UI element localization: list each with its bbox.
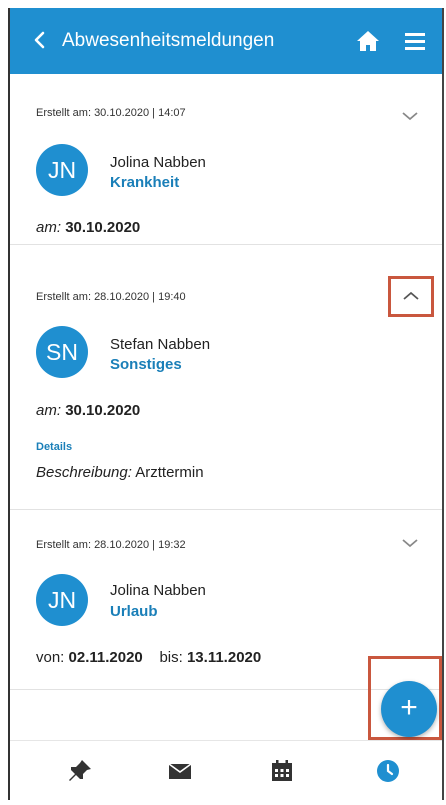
- avatar: JN: [36, 574, 88, 626]
- person-name: Jolina Nabben: [110, 154, 206, 171]
- absence-date: am: 30.10.2020: [36, 219, 140, 236]
- date-prefix: am:: [36, 219, 62, 236]
- date-value: 30.10.2020: [65, 219, 141, 236]
- hamburger-menu-icon[interactable]: [403, 30, 427, 52]
- person-name: Stefan Nabben: [110, 336, 211, 353]
- absence-card[interactable]: Erstellt am: 30.10.2020 | 14:07 JN Jolin…: [10, 74, 442, 245]
- chevron-up-icon[interactable]: [399, 284, 423, 308]
- person-name: Jolina Nabben: [110, 582, 206, 599]
- date-prefix: am:: [36, 402, 62, 419]
- chevron-left-icon[interactable]: [28, 28, 52, 52]
- calendar-icon[interactable]: [268, 757, 296, 785]
- absence-date-range: von: 02.11.2020 bis: 13.11.2020: [36, 649, 261, 666]
- clock-icon[interactable]: [374, 757, 402, 785]
- to-date: 13.11.2020: [186, 649, 262, 666]
- bottom-nav: [10, 740, 442, 800]
- absence-type: Sonstiges: [110, 356, 182, 373]
- absence-date: am: 30.10.2020: [36, 402, 140, 419]
- to-label: bis:: [159, 649, 183, 666]
- page-title: Abwesenheitsmeldungen: [62, 30, 275, 51]
- description-value: Arzttermin: [135, 464, 204, 481]
- description: Beschreibung: Arzttermin: [36, 464, 204, 481]
- from-label: von:: [36, 649, 65, 666]
- created-timestamp: Erstellt am: 30.10.2020 | 14:07: [36, 107, 186, 119]
- details-label: Details: [36, 441, 73, 453]
- home-icon[interactable]: [355, 28, 381, 54]
- created-timestamp: Erstellt am: 28.10.2020 | 19:32: [36, 539, 186, 551]
- date-value: 30.10.2020: [65, 402, 141, 419]
- app-header: Abwesenheitsmeldungen: [10, 8, 442, 74]
- avatar: JN: [36, 144, 88, 196]
- chevron-down-icon[interactable]: [398, 531, 422, 555]
- app-frame: Abwesenheitsmeldungen Erstellt am: 30.10…: [8, 8, 444, 800]
- add-button[interactable]: +: [381, 681, 437, 737]
- chevron-down-icon[interactable]: [398, 104, 422, 128]
- description-label: Beschreibung:: [36, 464, 132, 481]
- mail-icon[interactable]: [166, 757, 194, 785]
- created-timestamp: Erstellt am: 28.10.2020 | 19:40: [36, 291, 186, 303]
- avatar: SN: [36, 326, 88, 378]
- absence-card[interactable]: Erstellt am: 28.10.2020 | 19:40 SN Stefa…: [10, 244, 442, 510]
- absence-type: Krankheit: [110, 174, 180, 191]
- pin-icon[interactable]: [66, 757, 94, 785]
- from-date: 02.11.2020: [68, 649, 143, 666]
- absence-type: Urlaub: [110, 603, 158, 620]
